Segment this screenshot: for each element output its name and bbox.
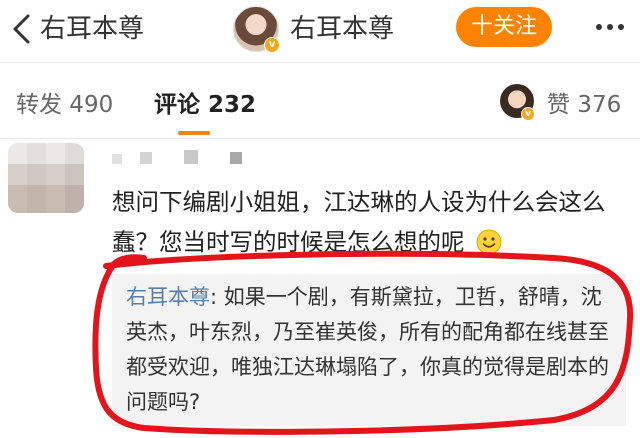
comment-body: 想问下编剧小姐姐，江达琳的人设为什么会这么蠢？您当时写的时候是怎么想的呢: [112, 182, 622, 262]
interaction-tabs: 转发 490 评论 232 v 赞 376: [0, 63, 640, 139]
tab-comment[interactable]: 评论 232: [154, 89, 256, 121]
tab-repost[interactable]: 转发 490: [16, 89, 113, 121]
reply-author-link[interactable]: 右耳本尊: [126, 285, 210, 309]
verified-badge-icon: v: [264, 37, 280, 53]
top-nav-bar: 右耳本尊 v 右耳本尊 十关注: [0, 0, 640, 63]
follow-button[interactable]: 十关注: [456, 7, 552, 47]
smile-emoji-icon: [476, 229, 502, 255]
more-options-icon[interactable]: [588, 10, 632, 44]
reply-body: 右耳本尊: 如果一个剧，有斯黛拉，卫哲，舒晴，沈英杰，叶东烈，乃至崔英俊，所有的…: [126, 280, 616, 420]
tab-like[interactable]: 赞 376: [547, 89, 621, 121]
comment-text: 想问下编剧小姐姐，江达琳的人设为什么会这么蠢？您当时写的时候是怎么想的呢: [112, 188, 606, 256]
commenter-name-blurred[interactable]: [112, 150, 332, 170]
active-tab-indicator: [178, 131, 210, 135]
reply-separator: :: [210, 285, 224, 309]
author-reply-box[interactable]: 右耳本尊: 如果一个剧，有斯黛拉，卫哲，舒晴，沈英杰，叶东烈，乃至崔英俊，所有的…: [112, 274, 626, 426]
commenter-avatar-blurred[interactable]: [8, 143, 84, 213]
author-name[interactable]: 右耳本尊: [290, 12, 394, 46]
liker-verified-badge-icon: v: [521, 107, 535, 121]
back-chevron-icon[interactable]: [8, 12, 34, 46]
back-title[interactable]: 右耳本尊: [40, 12, 144, 46]
